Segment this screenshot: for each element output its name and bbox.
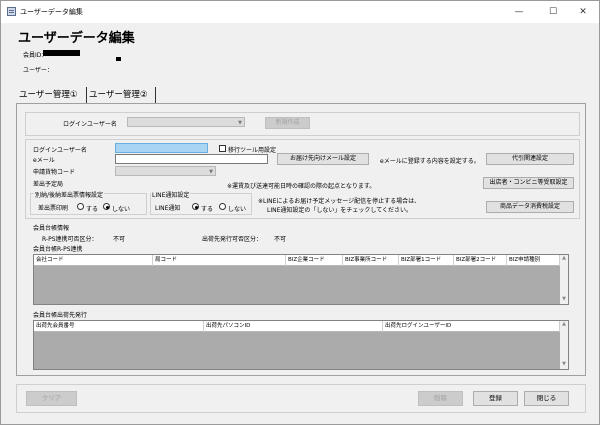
new-create-button[interactable]: 新規作成 bbox=[265, 117, 310, 129]
login-user-select[interactable]: ▼ bbox=[127, 117, 245, 127]
line-note-1: ※LINEによるお届け予定メッセージ配信を停止する場合は、 bbox=[258, 198, 421, 205]
proxy-settings-button[interactable]: 代引関連設定 bbox=[486, 153, 574, 165]
tab-user-management-1[interactable]: ユーザー管理① bbox=[18, 87, 78, 103]
dest-col-header[interactable]: 出荷先ログインユーザーID bbox=[383, 321, 560, 332]
scroll-down-icon[interactable]: ▼ bbox=[560, 361, 568, 369]
line-yes-radio[interactable] bbox=[192, 203, 199, 210]
rps-table-header: 会社コード 局コード BIZ企業コード BIZ事業所コード BIZ部署1コード … bbox=[34, 255, 560, 266]
scroll-down-icon[interactable]: ▼ bbox=[560, 296, 568, 304]
window-title: ユーザーデータ編集 bbox=[20, 8, 83, 16]
rps-label: R-PS連携可否区分： bbox=[42, 236, 98, 243]
close-button[interactable]: 閉じる bbox=[524, 391, 569, 406]
user-label: ユーザー： bbox=[23, 67, 53, 74]
line-notify-label: LINE通知 bbox=[155, 205, 181, 212]
chevron-down-icon: ▼ bbox=[238, 120, 242, 126]
rps-table[interactable]: 会社コード 局コード BIZ企業コード BIZ事業所コード BIZ部署1コード … bbox=[33, 254, 569, 305]
dest-value: 不可 bbox=[274, 236, 287, 243]
redaction-mark bbox=[116, 57, 121, 61]
dest-section-title: 会員台帳出荷先発行 bbox=[33, 312, 88, 319]
email-input[interactable] bbox=[115, 154, 268, 164]
rps-col-header[interactable]: BIZ事業所コード bbox=[343, 255, 399, 266]
tax-settings-button[interactable]: 商品データ消費税設定 bbox=[486, 201, 574, 213]
member-info-title: 会員台帳情報 bbox=[33, 225, 70, 232]
dest-table-scrollbar[interactable]: ▲ ▼ bbox=[560, 321, 568, 369]
close-icon[interactable]: ✕ bbox=[568, 1, 598, 23]
departure-note: ※運賃及び送達可能日時の確認の際の起点となります。 bbox=[227, 183, 376, 190]
store-settings-button[interactable]: 出店者・コンビニ等受取設定 bbox=[483, 177, 574, 189]
rps-value: 不可 bbox=[113, 236, 126, 243]
register-button[interactable]: 登録 bbox=[473, 391, 518, 406]
rps-col-header[interactable]: BIZ部署1コード bbox=[399, 255, 454, 266]
rps-col-header[interactable]: BIZ部署2コード bbox=[454, 255, 507, 266]
dest-label: 出荷先発行可否区分： bbox=[202, 236, 263, 243]
chevron-down-icon: ▼ bbox=[209, 169, 213, 175]
email-note: eメールに登録する内容を設定する。 bbox=[380, 158, 480, 165]
application-code-select[interactable]: ▼ bbox=[115, 166, 216, 176]
title-bar[interactable]: ユーザーデータ編集 — ☐ ✕ bbox=[1, 1, 599, 23]
rps-col-header[interactable]: 局コード bbox=[153, 255, 286, 266]
tab-divider bbox=[86, 87, 87, 103]
line-no-radio[interactable] bbox=[219, 203, 226, 210]
rps-col-header[interactable]: BIZ企業コード bbox=[286, 255, 343, 266]
maximize-icon[interactable]: ☐ bbox=[538, 1, 568, 23]
transfer-tool-checkbox[interactable] bbox=[219, 145, 226, 152]
print-no-label: しない bbox=[112, 206, 131, 213]
login-user-name-label: ログインユーザー名 bbox=[33, 147, 87, 154]
rps-col-header[interactable]: BIZ申請種別 bbox=[507, 255, 560, 266]
tab-user-management-2[interactable]: ユーザー管理② bbox=[88, 87, 148, 103]
member-id-value-redacted bbox=[43, 50, 80, 56]
print-label: 差出票印刷 bbox=[38, 205, 69, 212]
line-no-label: しない bbox=[228, 206, 247, 213]
dest-col-header[interactable]: 出荷先会員番号 bbox=[34, 321, 204, 332]
login-user-name-input[interactable] bbox=[115, 143, 208, 153]
application-code-label: 申請貨物コード bbox=[33, 169, 76, 176]
dest-table[interactable]: 出荷先会員番号 出荷先パソコンID 出荷先ログインユーザーID ▲ ▼ bbox=[33, 320, 569, 370]
delivery-mail-button[interactable]: お届け先向けメール設定 bbox=[277, 153, 369, 165]
transfer-tool-label: 移行ツール用設定 bbox=[228, 147, 277, 154]
delete-button[interactable]: 削除 bbox=[418, 391, 463, 406]
rps-section-title: 会員台帳R-PS連携 bbox=[33, 246, 83, 253]
email-label: eメール bbox=[33, 157, 55, 164]
dest-table-header: 出荷先会員番号 出荷先パソコンID 出荷先ログインユーザーID bbox=[34, 321, 560, 332]
scroll-up-icon[interactable]: ▲ bbox=[560, 321, 568, 329]
page-title: ユーザーデータ編集 bbox=[18, 31, 135, 46]
tab-divider bbox=[155, 87, 156, 103]
print-yes-radio[interactable] bbox=[77, 203, 84, 210]
departure-label: 差出予定局 bbox=[33, 181, 64, 188]
print-no-radio[interactable] bbox=[103, 203, 110, 210]
minimize-icon[interactable]: — bbox=[504, 1, 534, 23]
clear-button[interactable]: クリア bbox=[26, 391, 77, 406]
print-yes-label: する bbox=[86, 206, 99, 213]
rps-col-header[interactable]: 会社コード bbox=[34, 255, 153, 266]
app-icon bbox=[7, 7, 16, 16]
line-yes-label: する bbox=[201, 206, 214, 213]
rps-table-scrollbar[interactable]: ▲ ▼ bbox=[560, 255, 568, 304]
line-settings-label: LINE通知設定 bbox=[151, 190, 191, 199]
separate-settings-label: 別納/後納差出票情報設定 bbox=[34, 190, 105, 199]
dest-col-header[interactable]: 出荷先パソコンID bbox=[204, 321, 383, 332]
login-user-label: ログインユーザー名 bbox=[63, 121, 117, 128]
scroll-up-icon[interactable]: ▲ bbox=[560, 255, 568, 263]
line-note-2: LINE通知設定の「しない」をチェックしてください。 bbox=[267, 207, 413, 214]
